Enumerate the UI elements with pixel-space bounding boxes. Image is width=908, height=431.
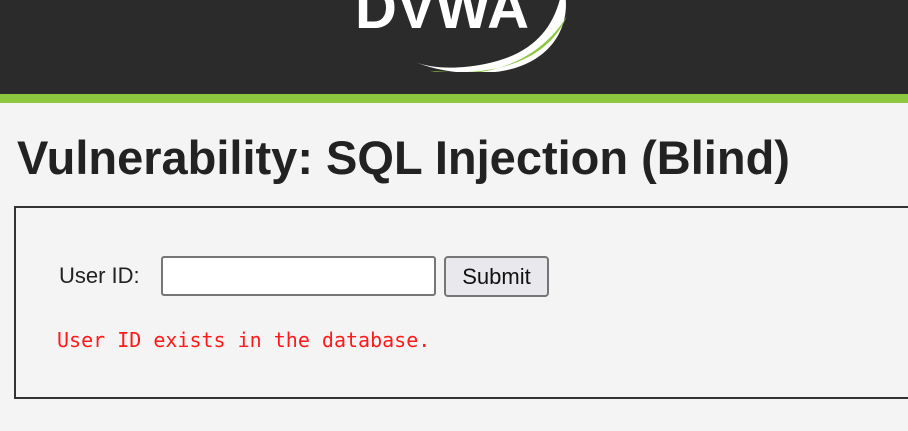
- dvwa-logo: DVWA: [355, 0, 567, 72]
- result-message: User ID exists in the database.: [57, 328, 431, 352]
- vulnerable-form-panel: User ID: Submit User ID exists in the da…: [14, 206, 908, 399]
- submit-button[interactable]: Submit: [444, 256, 549, 297]
- user-id-input[interactable]: [161, 256, 436, 296]
- header-accent-stripe: [0, 94, 908, 103]
- svg-text:DVWA: DVWA: [355, 0, 529, 41]
- header-bar: DVWA: [0, 0, 908, 94]
- page-title: Vulnerability: SQL Injection (Blind): [17, 131, 790, 184]
- user-id-label: User ID:: [59, 263, 140, 288]
